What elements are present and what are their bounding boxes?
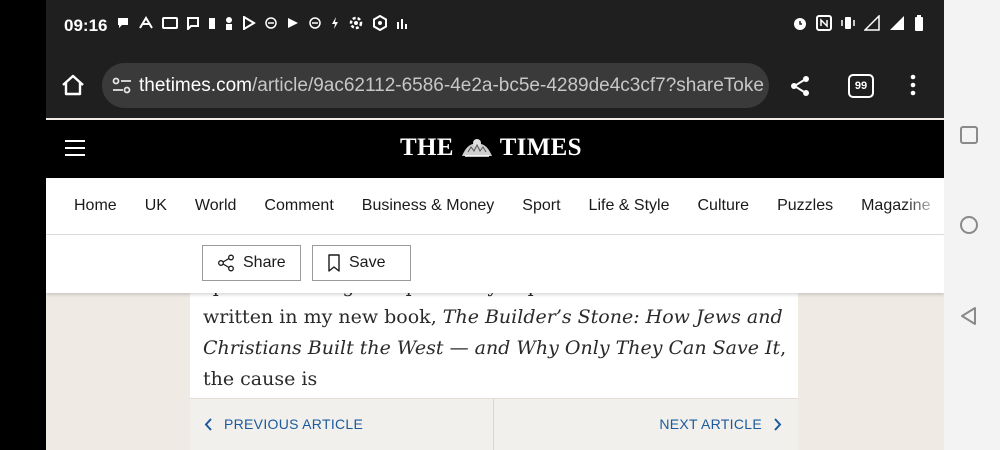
url-text: thetimes.com/article/9ac62112-6586-4e2a-… — [139, 75, 764, 97]
browser-share-icon[interactable] — [788, 74, 812, 98]
site-header: THE TIMES — [46, 120, 944, 178]
section-nav: Home UK World Comment Business & Money S… — [46, 178, 944, 235]
settings-icon — [349, 16, 363, 30]
nav-item-home[interactable]: Home — [74, 197, 117, 215]
crest-icon — [461, 139, 492, 157]
share-icon — [218, 254, 234, 272]
status-time: 09:16 — [64, 16, 108, 35]
status-bar: 09:16 — [46, 0, 944, 52]
chevron-right-icon — [774, 417, 782, 431]
person-icon — [226, 17, 232, 30]
back-icon[interactable] — [959, 306, 979, 326]
article-pager: PREVIOUS ARTICLE NEXT ARTICLE — [190, 398, 798, 450]
site-settings-icon[interactable] — [112, 77, 132, 95]
article-paragraph: specific messages imparted by Pope Franc… — [203, 293, 793, 395]
vibrate-icon — [841, 17, 855, 29]
recents-icon[interactable] — [959, 125, 979, 145]
left-black-margin — [0, 0, 46, 450]
share-button[interactable]: Share — [202, 245, 301, 281]
hexagon-icon — [373, 15, 387, 31]
save-label: Save — [349, 254, 386, 271]
url-host: thetimes.com — [139, 75, 252, 96]
article-body: specific messages imparted by Pope Franc… — [190, 293, 798, 398]
share-label: Share — [243, 254, 286, 271]
nav-item-business-money[interactable]: Business & Money — [362, 197, 495, 215]
article-action-bar: Share Save — [46, 235, 944, 293]
tab-switcher-button[interactable]: 99 — [848, 74, 874, 98]
nav-fade — [904, 178, 944, 234]
nav-item-sport[interactable]: Sport — [522, 197, 560, 215]
home-icon[interactable] — [60, 72, 86, 98]
more-options-icon[interactable] — [910, 74, 916, 96]
battery-small-icon — [209, 18, 215, 29]
hamburger-menu-icon[interactable] — [64, 139, 86, 157]
previous-article-label: PREVIOUS ARTICLE — [224, 416, 364, 432]
play-store-icon — [243, 16, 256, 30]
previous-article-link[interactable]: PREVIOUS ARTICLE — [204, 416, 363, 432]
media-icon — [288, 18, 298, 28]
chevron-left-icon — [204, 417, 212, 431]
section-nav-items: Home UK World Comment Business & Money S… — [74, 197, 944, 215]
notification-icons — [116, 15, 408, 31]
bars-icon — [397, 19, 407, 29]
logo-text-left: THE — [400, 134, 454, 161]
nav-item-world[interactable]: World — [195, 197, 237, 215]
nav-item-life-style[interactable]: Life & Style — [589, 197, 670, 215]
next-article-link[interactable]: NEXT ARTICLE — [659, 416, 782, 432]
logo-text-right: TIMES — [499, 134, 582, 161]
alarm-icon — [794, 18, 806, 30]
bookmark-icon — [328, 254, 340, 272]
address-bar[interactable]: thetimes.com/article/9ac62112-6586-4e2a-… — [102, 63, 769, 108]
nfc-icon — [816, 15, 832, 31]
pager-divider — [493, 399, 494, 450]
nav-item-puzzles[interactable]: Puzzles — [777, 197, 833, 215]
save-button[interactable]: Save — [312, 245, 411, 281]
next-article-label: NEXT ARTICLE — [659, 416, 762, 432]
signal-x-icon — [864, 15, 880, 31]
url-path: /article/9ac62112-6586-4e2a-bc5e-4289de4… — [251, 75, 764, 96]
screen-icon — [162, 17, 178, 29]
nav-item-comment[interactable]: Comment — [264, 197, 333, 215]
signal-4g-icon — [890, 16, 904, 30]
battery-icon — [915, 15, 923, 31]
chat-bubble-icon — [118, 18, 128, 28]
system-icons — [792, 15, 924, 31]
phone-screen: 09:16 thetimes.com/article/9ac62112-6586… — [46, 0, 944, 450]
nav-item-culture[interactable]: Culture — [697, 197, 749, 215]
nav-item-uk[interactable]: UK — [145, 197, 167, 215]
sync-icon-2 — [309, 17, 321, 29]
message-icon — [187, 17, 199, 30]
bolt-icon — [332, 17, 338, 29]
home-nav-icon[interactable] — [959, 215, 979, 235]
browser-toolbar: thetimes.com/article/9ac62112-6586-4e2a-… — [46, 52, 944, 118]
sync-icon — [265, 17, 277, 29]
times-logo[interactable]: THE TIMES — [400, 134, 582, 162]
android-nav-bar — [944, 0, 1000, 450]
app-icon — [139, 16, 153, 29]
